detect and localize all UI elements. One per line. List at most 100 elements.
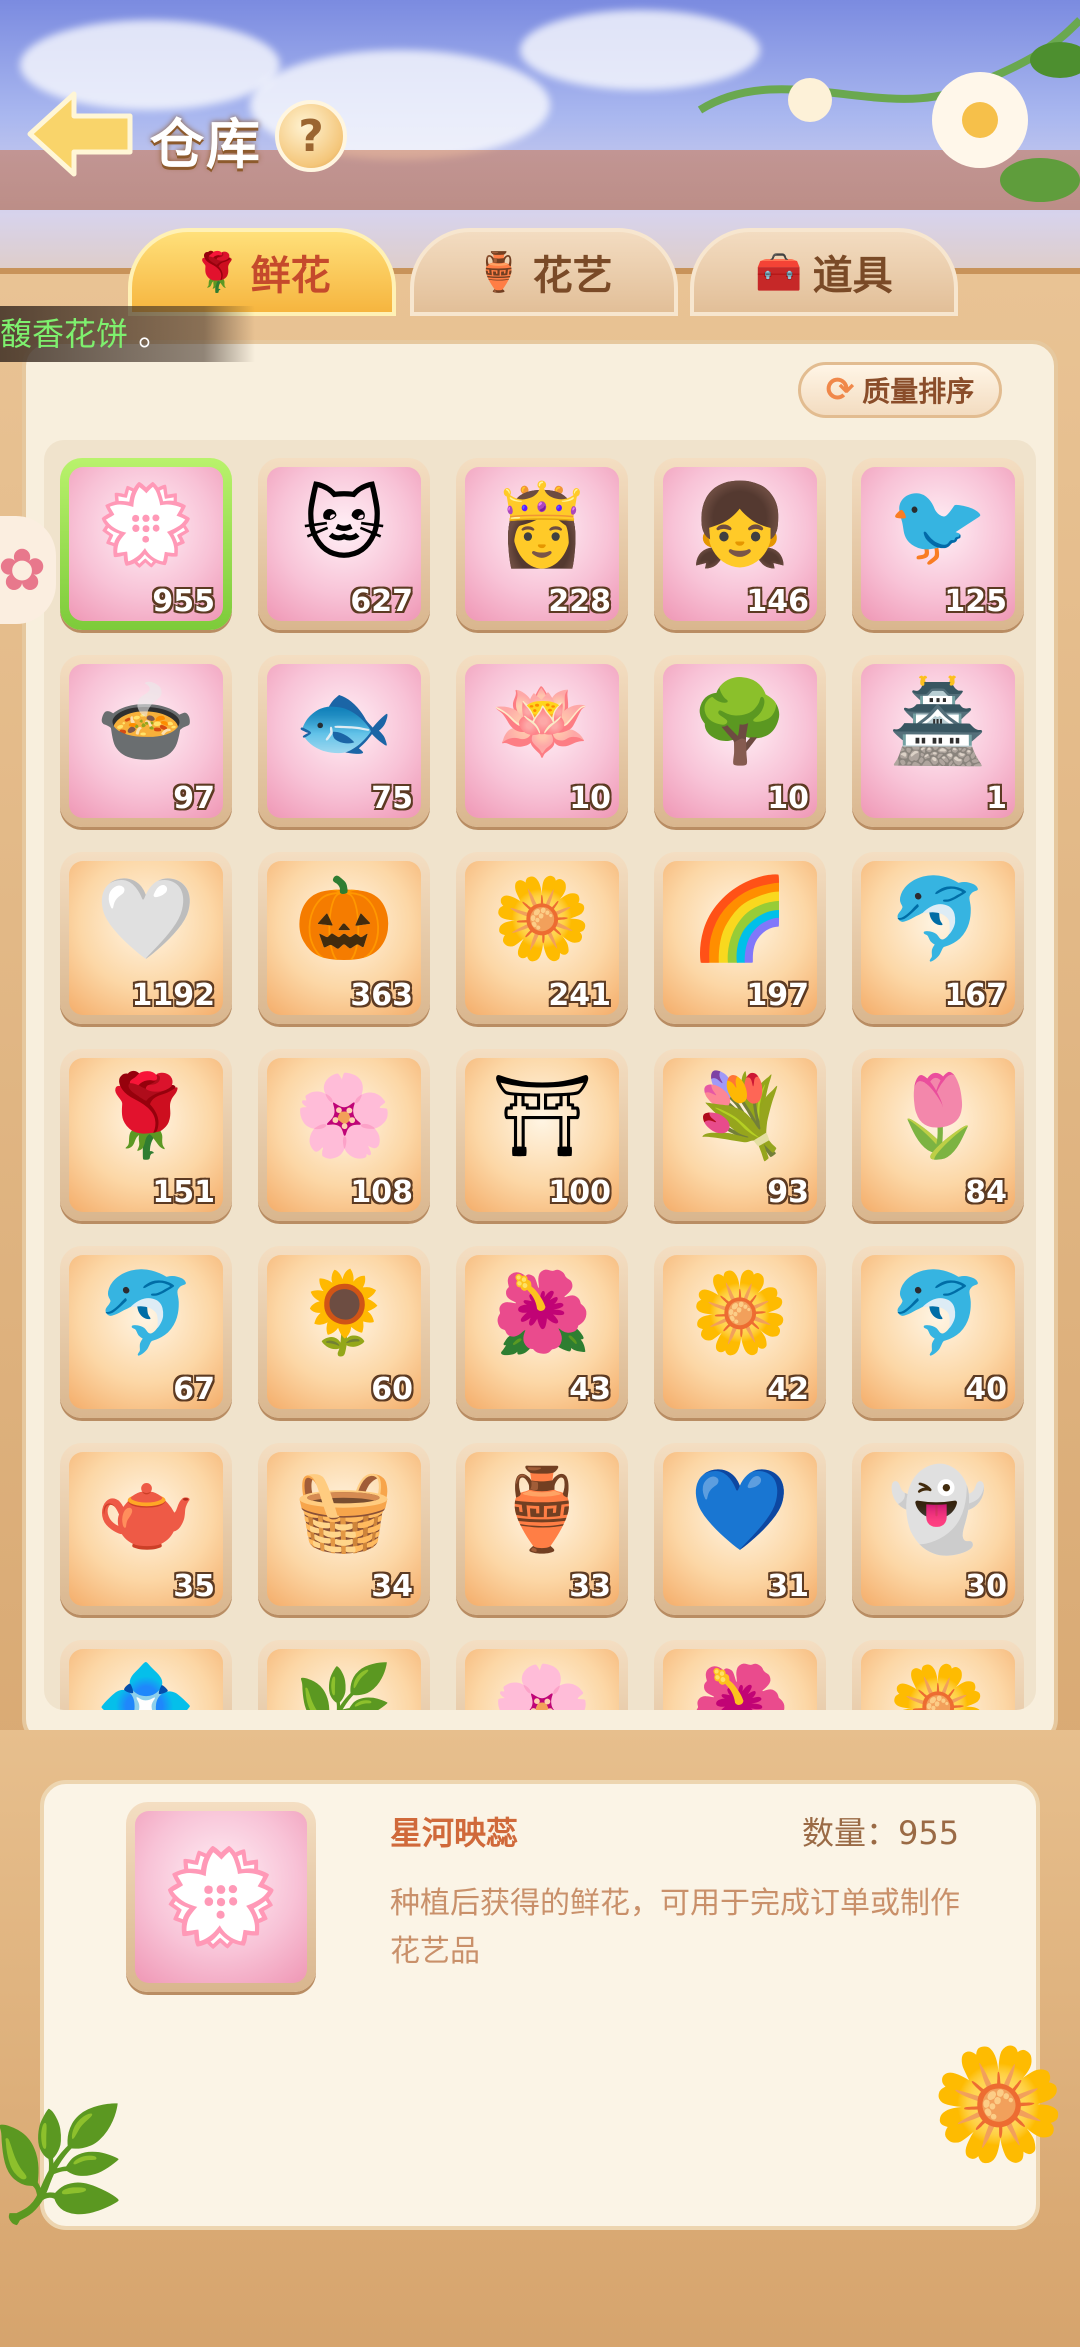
item-art: 💠: [69, 1649, 223, 1710]
item-art: 💙 31: [663, 1452, 817, 1606]
inventory-item[interactable]: 🏯 1: [852, 655, 1024, 827]
item-icon: 🌼: [690, 1266, 790, 1359]
vase-icon: 🏺: [475, 249, 523, 294]
inventory-item[interactable]: 👻 30: [852, 1443, 1024, 1615]
item-count: 35: [173, 1569, 215, 1604]
item-art: 🤍 1192: [69, 861, 223, 1015]
inventory-item[interactable]: 🌺 43: [456, 1246, 628, 1418]
item-art: 🌼 42: [663, 1255, 817, 1409]
item-icon: 🤍: [96, 872, 196, 965]
inventory-item[interactable]: 👧 146: [654, 458, 826, 630]
detail-item-icon: 💮: [126, 1802, 316, 1992]
inventory-item[interactable]: 🍲 97: [60, 655, 232, 827]
inventory-item[interactable]: 🌻 60: [258, 1246, 430, 1418]
tab-flowers[interactable]: 🌹 鲜花: [128, 228, 396, 316]
inventory-item[interactable]: 🏺 33: [456, 1443, 628, 1615]
inventory-item[interactable]: 💠: [60, 1640, 232, 1710]
item-count: 30: [965, 1569, 1007, 1604]
inventory-item[interactable]: 🐦 125: [852, 458, 1024, 630]
inventory-item[interactable]: 🌼 241: [456, 852, 628, 1024]
item-count: 43: [569, 1372, 611, 1407]
item-icon: 🌺: [690, 1660, 790, 1711]
item-icon: 🌼: [492, 872, 592, 965]
refresh-icon: ⟳: [825, 370, 855, 410]
inventory-item[interactable]: 🌺: [654, 1640, 826, 1710]
item-art: 💮 955: [69, 467, 223, 621]
item-count: 955: [152, 584, 215, 619]
inventory-item[interactable]: 🌼 42: [654, 1246, 826, 1418]
inventory-item[interactable]: 🌳 10: [654, 655, 826, 827]
inventory-item[interactable]: 🐟 75: [258, 655, 430, 827]
chest-icon: 🧰: [755, 249, 803, 294]
inventory-item[interactable]: 🐬 67: [60, 1246, 232, 1418]
news-ticker: 馥香花饼 。: [0, 306, 255, 362]
inventory-item[interactable]: 🎃 363: [258, 852, 430, 1024]
item-icon: 🐱: [302, 478, 386, 571]
inventory-item[interactable]: 🧺 34: [258, 1443, 430, 1615]
item-art: 🎃 363: [267, 861, 421, 1015]
inventory-item[interactable]: 🐱 627: [258, 458, 430, 630]
item-count: 60: [371, 1372, 413, 1407]
item-icon: 🪷: [492, 675, 592, 768]
help-button[interactable]: ?: [275, 100, 347, 172]
item-art: 🐟 75: [267, 664, 421, 818]
item-art: 🌷 84: [861, 1058, 1015, 1212]
inventory-item[interactable]: 💮 955: [60, 458, 232, 630]
item-art: 🐬 67: [69, 1255, 223, 1409]
item-art: 🍲 97: [69, 664, 223, 818]
item-count: 151: [152, 1175, 215, 1210]
inventory-item[interactable]: 🌼: [852, 1640, 1024, 1710]
inventory-item[interactable]: ⛩ 100: [456, 1049, 628, 1221]
item-count: 84: [965, 1175, 1007, 1210]
inventory-item[interactable]: 🫖 35: [60, 1443, 232, 1615]
item-icon: 🏯: [888, 675, 988, 768]
item-icon: 👧: [690, 478, 790, 571]
flower-side-icon[interactable]: ✿: [0, 516, 56, 624]
item-art: 🌳 10: [663, 664, 817, 818]
inventory-item[interactable]: 🌷 84: [852, 1049, 1024, 1221]
item-icon: 🌷: [888, 1069, 988, 1162]
item-art: 👧 146: [663, 467, 817, 621]
item-art: 🏯 1: [861, 664, 1015, 818]
inventory-item[interactable]: 👸 228: [456, 458, 628, 630]
item-icon: 👻: [888, 1463, 988, 1556]
inventory-item[interactable]: 💐 93: [654, 1049, 826, 1221]
inventory-item[interactable]: 🪷 10: [456, 655, 628, 827]
item-icon: 🌹: [96, 1069, 196, 1162]
leaf-decoration: 🌿: [0, 2100, 127, 2228]
item-art: 🌈 197: [663, 861, 817, 1015]
item-art: 🌺: [663, 1649, 817, 1710]
item-art: 🐱 627: [267, 467, 421, 621]
inventory-item[interactable]: 💙 31: [654, 1443, 826, 1615]
item-icon: 🐟: [294, 675, 394, 768]
inventory-item[interactable]: 🌈 197: [654, 852, 826, 1024]
item-icon: 🌿: [294, 1660, 394, 1711]
back-arrow-icon[interactable]: [22, 88, 137, 180]
item-icon: ⛩: [491, 1069, 593, 1162]
inventory-item[interactable]: 🌸 108: [258, 1049, 430, 1221]
item-art: 🪷 10: [465, 664, 619, 818]
item-art: 🏺 33: [465, 1452, 619, 1606]
item-art: 🐬 40: [861, 1255, 1015, 1409]
item-icon: 💮: [96, 478, 196, 571]
inventory-item[interactable]: 🌸: [456, 1640, 628, 1710]
item-count: 1: [986, 781, 1007, 816]
tab-floral-art[interactable]: 🏺 花艺: [410, 228, 678, 316]
item-count: 100: [548, 1175, 611, 1210]
item-art: 🐬 167: [861, 861, 1015, 1015]
inventory-item[interactable]: 🐬 167: [852, 852, 1024, 1024]
item-art: 🌻 60: [267, 1255, 421, 1409]
tab-label: 鲜花: [250, 253, 331, 299]
inventory-item[interactable]: 🌹 151: [60, 1049, 232, 1221]
item-count: 33: [569, 1569, 611, 1604]
tab-props[interactable]: 🧰 道具: [690, 228, 958, 316]
inventory-item[interactable]: 🐬 40: [852, 1246, 1024, 1418]
inventory-item[interactable]: 🌿: [258, 1640, 430, 1710]
item-art: 🌿: [267, 1649, 421, 1710]
sort-by-quality-button[interactable]: ⟳ 质量排序: [798, 362, 1002, 418]
item-icon: 💙: [690, 1463, 790, 1556]
item-count: 75: [371, 781, 413, 816]
item-art: 💐 93: [663, 1058, 817, 1212]
inventory-item[interactable]: 🤍 1192: [60, 852, 232, 1024]
item-count: 108: [350, 1175, 413, 1210]
